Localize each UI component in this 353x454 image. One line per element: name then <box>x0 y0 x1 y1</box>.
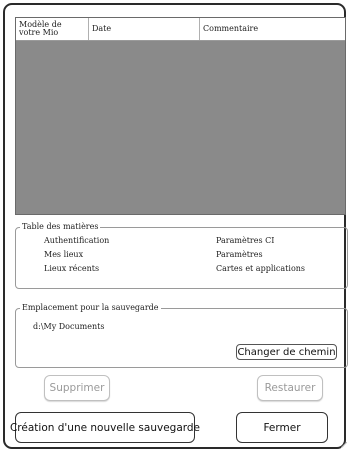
toc-group: Table des matières Authentification Mes … <box>15 222 348 289</box>
save-location-legend: Emplacement pour la sauvegarde <box>20 303 161 313</box>
toc-legend: Table des matières <box>20 222 101 232</box>
toc-item-recent-places: Lieux récents <box>44 264 100 273</box>
change-path-button[interactable]: Changer de chemin <box>236 344 337 360</box>
restore-button[interactable]: Restaurer <box>257 375 323 401</box>
toc-item-ci-settings: Paramètres CI <box>216 236 275 245</box>
column-header-model[interactable]: Modèle de votre Mio <box>16 18 89 40</box>
column-header-date[interactable]: Date <box>89 18 200 40</box>
backup-list[interactable]: Modèle de votre Mio Date Commentaire <box>15 17 346 215</box>
column-header-comment[interactable]: Commentaire <box>200 18 345 40</box>
resize-grip-icon[interactable] <box>341 442 347 448</box>
delete-button[interactable]: Supprimer <box>44 375 110 401</box>
toc-item-settings: Paramètres <box>216 250 263 259</box>
toc-item-maps-applications: Cartes et applications <box>216 264 306 273</box>
backup-list-body[interactable] <box>16 40 345 214</box>
backup-list-header: Modèle de votre Mio Date Commentaire <box>16 18 345 41</box>
create-backup-button[interactable]: Création d'une nouvelle sauvegarde <box>10 412 200 443</box>
toc-item-my-places: Mes lieux <box>44 250 84 259</box>
toc-item-authentication: Authentification <box>44 236 110 245</box>
save-location-path: d:\My Documents <box>33 322 105 331</box>
close-button[interactable]: Fermer <box>236 412 328 443</box>
